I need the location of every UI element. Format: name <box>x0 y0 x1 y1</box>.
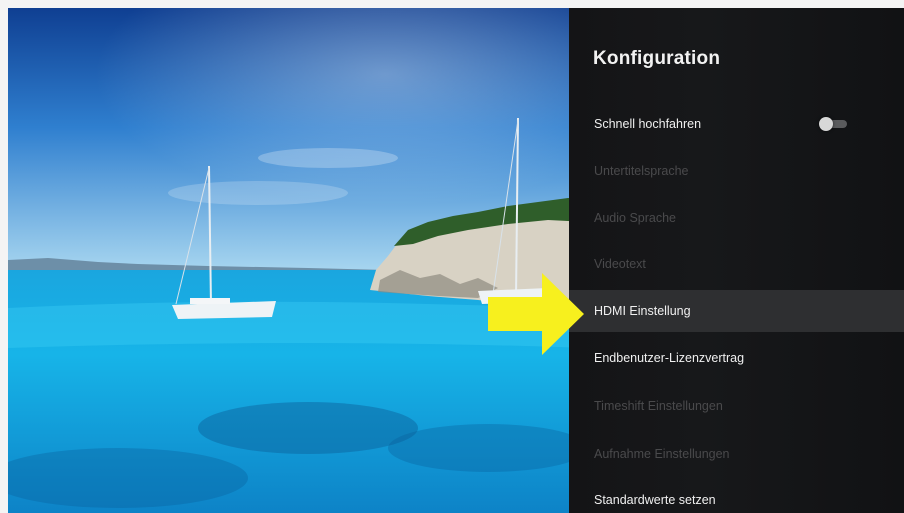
menu-item-untertitelsprache[interactable]: Untertitelsprache <box>569 151 904 191</box>
menu-item-standardwerte-setzen[interactable]: Standardwerte setzen <box>569 480 904 513</box>
menu-item-audio-sprache[interactable]: Audio Sprache <box>569 198 904 238</box>
arrow-right-icon <box>488 273 584 355</box>
menu-item-aufnahme-einstellungen[interactable]: Aufnahme Einstellungen <box>569 434 904 474</box>
menu-item-schnell-hochfahren[interactable]: Schnell hochfahren <box>569 104 904 144</box>
menu-item-videotext[interactable]: Videotext <box>569 244 904 284</box>
menu-item-label: Standardwerte setzen <box>594 493 716 507</box>
menu-item-label: Untertitelsprache <box>594 164 689 178</box>
menu-item-label: Schnell hochfahren <box>594 117 702 131</box>
background-photo <box>8 8 588 513</box>
menu-item-label: Endbenutzer-Lizenzvertrag <box>594 351 745 365</box>
menu-item-hdmi-einstellung[interactable]: HDMI Einstellung <box>569 290 904 332</box>
menu-item-label: Aufnahme Einstellungen <box>594 447 730 461</box>
schnell-hochfahren-toggle[interactable] <box>819 117 847 131</box>
menu-item-timeshift-einstellungen[interactable]: Timeshift Einstellungen <box>569 386 904 426</box>
toggle-knob <box>819 117 833 131</box>
menu-item-label: HDMI Einstellung <box>594 304 691 318</box>
menu-item-label: Timeshift Einstellungen <box>594 399 723 413</box>
menu-item-label: Videotext <box>594 257 646 271</box>
tv-screen: Konfiguration Schnell hochfahren Unterti… <box>8 8 904 513</box>
menu-item-endbenutzer-lizenzvertrag[interactable]: Endbenutzer-Lizenzvertrag <box>569 338 904 378</box>
menu-item-label: Audio Sprache <box>594 211 677 225</box>
settings-panel: Konfiguration Schnell hochfahren Unterti… <box>569 8 904 513</box>
panel-title: Konfiguration <box>593 48 721 69</box>
